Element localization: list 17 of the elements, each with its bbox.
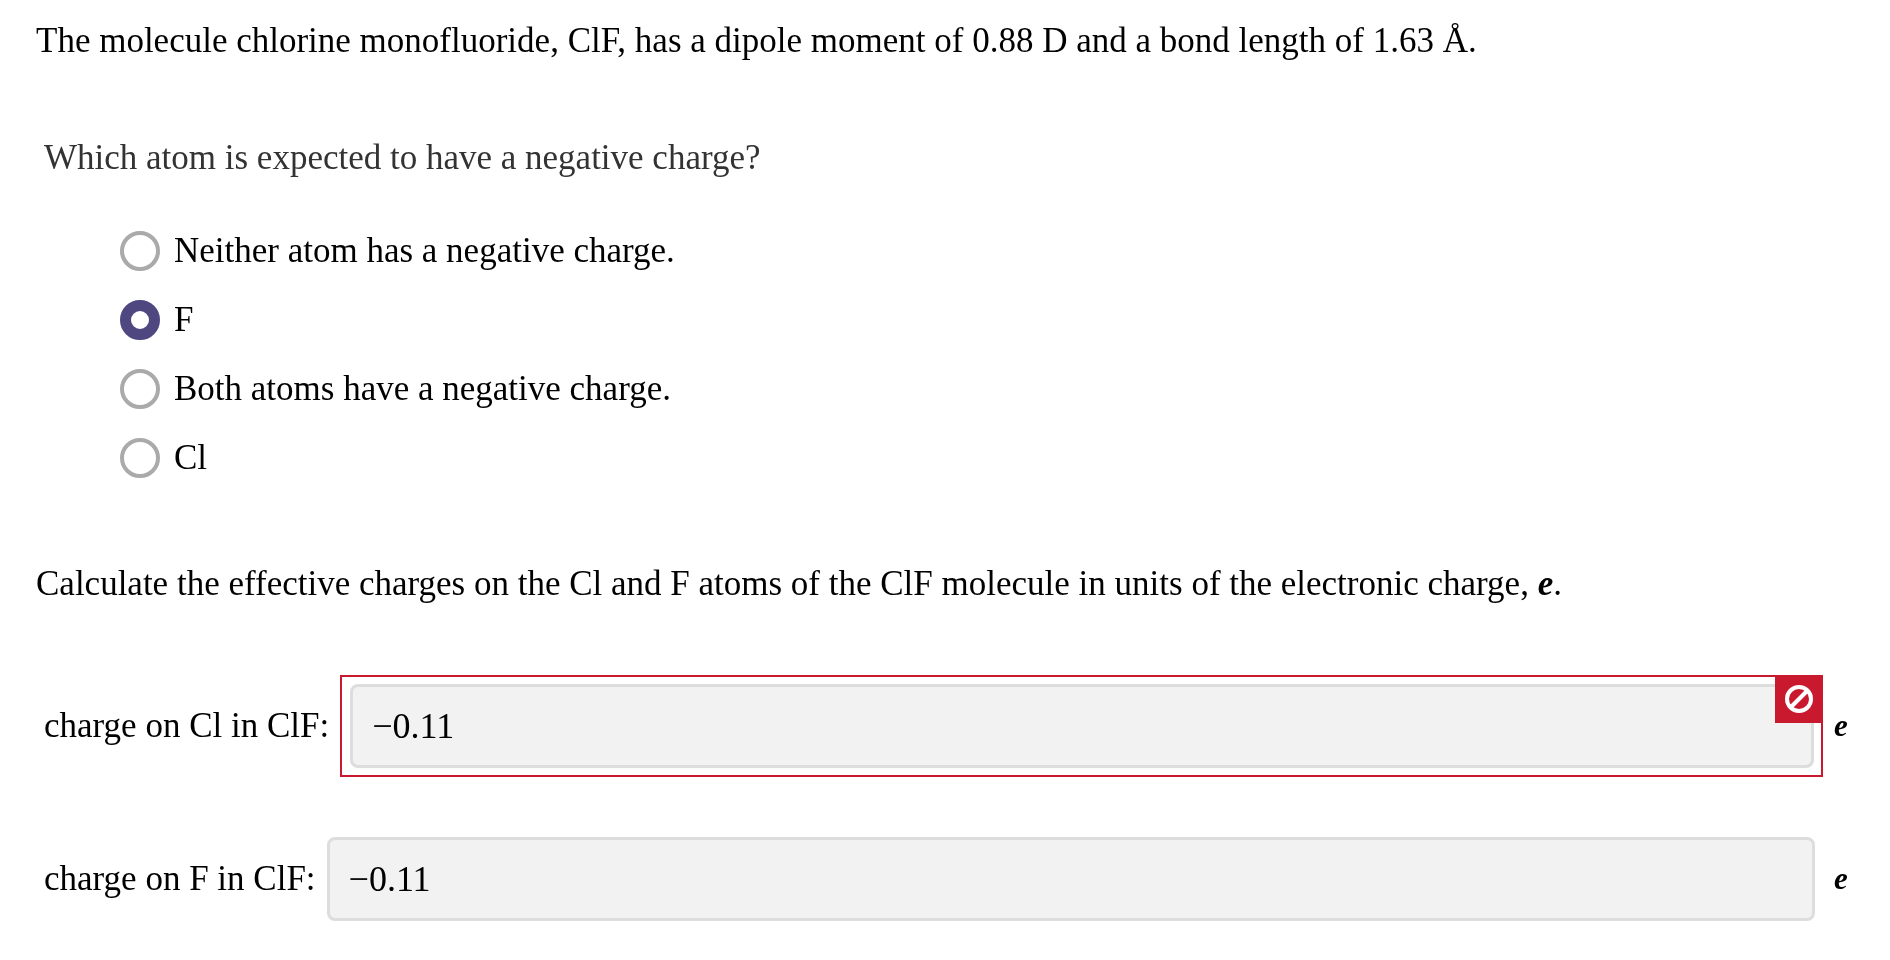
option-label[interactable]: Cl [174, 437, 208, 478]
option-label[interactable]: Both atoms have a negative charge. [174, 368, 671, 409]
calculation-prompt: Calculate the effective charges on the Cl and F atoms of the ClF molecule in units of the electronic charge, e. [36, 564, 1562, 604]
radio-button[interactable] [120, 299, 160, 340]
answer-field[interactable]: −0.11 [326, 837, 1815, 921]
field-label: charge on F in ClF: [44, 859, 316, 899]
radio-button[interactable] [120, 230, 160, 271]
unit-label: e [1834, 707, 1849, 745]
answer-field[interactable]: −0.11 [350, 684, 1814, 768]
field-label: charge on Cl in ClF: [44, 706, 330, 746]
radio-button[interactable] [120, 368, 160, 409]
problem-statement: The molecule chlorine monofluoride, ClF, has a dipole moment of 0.88 D and a bond length of 1.63 Å. [36, 21, 1477, 61]
question-prompt: Which atom is expected to have a negative charge? [44, 138, 761, 178]
radio-button[interactable] [120, 437, 160, 478]
unit-label: e [1834, 860, 1849, 898]
option-label[interactable]: Neither atom has a negative charge. [174, 230, 675, 271]
option-label[interactable]: F [174, 299, 194, 340]
